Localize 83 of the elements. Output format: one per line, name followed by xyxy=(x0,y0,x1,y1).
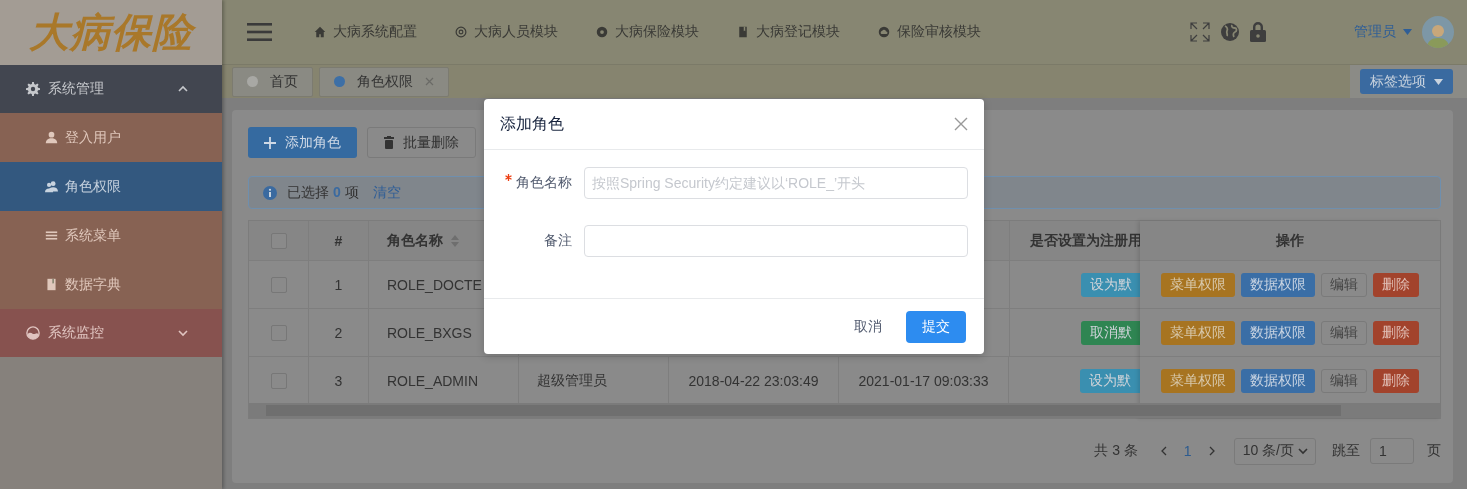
edit-button[interactable]: 编辑 xyxy=(1321,272,1367,297)
column-header: 角色名称 xyxy=(387,231,443,250)
chevron-down-icon xyxy=(178,328,188,338)
sidebar-item[interactable]: 登入用户 xyxy=(0,113,222,162)
gauge-icon xyxy=(26,326,40,340)
tab-options-button[interactable]: 标签选项 xyxy=(1360,69,1453,94)
nav-item[interactable]: 大病系统配置 xyxy=(314,23,417,41)
plus-icon xyxy=(264,136,276,149)
caret-down-icon xyxy=(1434,78,1443,85)
column-header: # xyxy=(309,221,369,260)
unset-default-button[interactable]: 取消默 xyxy=(1081,320,1140,345)
gear-icon xyxy=(26,82,40,96)
input-field[interactable] xyxy=(584,225,968,257)
page-number[interactable]: 1 xyxy=(1183,443,1192,459)
avatar[interactable] xyxy=(1422,16,1454,48)
status-dot xyxy=(247,76,258,87)
home-icon xyxy=(314,26,326,38)
info-icon xyxy=(263,185,277,200)
nav-item[interactable]: 大病人员模块 xyxy=(455,23,558,41)
book-icon xyxy=(737,26,749,38)
close-icon[interactable] xyxy=(954,117,968,131)
cloud-icon xyxy=(878,26,890,38)
menu-permission-button[interactable]: 菜单权限 xyxy=(1161,272,1235,297)
add-button[interactable]: 添加角色 xyxy=(248,127,357,158)
logo: 大病保险 xyxy=(0,0,222,65)
page-input[interactable]: 1 xyxy=(1370,438,1414,464)
field-label: 角色名称 xyxy=(516,174,572,192)
delete-button[interactable]: 删除 xyxy=(1373,320,1419,345)
trash-icon xyxy=(384,136,394,149)
user-icon xyxy=(1427,22,1449,48)
globe-icon xyxy=(1220,22,1240,42)
user-icon xyxy=(45,131,58,144)
data-permission-button[interactable]: 数据权限 xyxy=(1241,368,1315,393)
field-label: 备注 xyxy=(544,232,572,250)
caret-down-icon xyxy=(1403,29,1412,35)
sidebar-group[interactable]: 系统监控 xyxy=(0,309,222,357)
clear-link[interactable]: 清空 xyxy=(372,183,401,202)
tab[interactable]: 首页 xyxy=(232,66,313,97)
chevron-left-icon xyxy=(1159,446,1168,456)
close-icon[interactable] xyxy=(425,77,434,86)
jump-label: 跳至 xyxy=(1332,442,1360,460)
lock-icon xyxy=(1250,22,1266,42)
sidebar-item[interactable]: 数据字典 xyxy=(0,260,222,309)
sidebar-item[interactable]: 系统菜单 xyxy=(0,211,222,260)
dialog-title: 添加角色 xyxy=(500,113,564,134)
delete-button[interactable]: 删除 xyxy=(1373,272,1419,297)
chevron-right-icon xyxy=(1207,446,1216,456)
nav-item[interactable]: 保险审核模块 xyxy=(878,23,981,41)
selection-summary: 已选择 0 项 xyxy=(287,183,359,202)
delete-button[interactable]: 批量删除 xyxy=(367,127,476,158)
menu-permission-button[interactable]: 菜单权限 xyxy=(1161,368,1235,393)
column-header: 操作 xyxy=(1276,231,1304,250)
table-cell: 2 xyxy=(309,309,369,356)
edit-button[interactable]: 编辑 xyxy=(1321,368,1367,393)
page-size-select[interactable]: 10 条/页 xyxy=(1233,437,1316,465)
menu-icon xyxy=(247,22,272,42)
chevron-up-icon xyxy=(178,84,188,94)
data-permission-button[interactable]: 数据权限 xyxy=(1241,320,1315,345)
delete-button[interactable]: 删除 xyxy=(1373,368,1419,393)
total-count: 共 3 条 xyxy=(1094,442,1138,460)
status-dot xyxy=(334,76,345,87)
bars-icon xyxy=(45,229,58,242)
book-icon xyxy=(45,278,58,291)
sidebar-item[interactable]: 角色权限 xyxy=(0,162,222,211)
chevron-down-icon xyxy=(1298,446,1308,456)
sort-icon[interactable] xyxy=(451,234,459,247)
users-icon xyxy=(45,180,58,193)
menu-permission-button[interactable]: 菜单权限 xyxy=(1161,320,1235,345)
fullscreen-icon xyxy=(1190,22,1210,42)
scrollbar[interactable] xyxy=(249,403,1440,418)
data-permission-button[interactable]: 数据权限 xyxy=(1241,272,1315,297)
edit-button[interactable]: 编辑 xyxy=(1321,320,1367,345)
user-menu[interactable]: 管理员 xyxy=(1354,23,1412,41)
tab[interactable]: 角色权限 xyxy=(319,66,449,97)
table-cell: 1 xyxy=(309,261,369,308)
set-default-button[interactable]: 设为默 xyxy=(1081,272,1140,297)
sidebar-group[interactable]: 系统管理 xyxy=(0,65,222,113)
submit-button[interactable]: 提交 xyxy=(906,310,966,343)
nav-item[interactable]: 大病登记模块 xyxy=(737,23,840,41)
nav-item[interactable]: 大病保险模块 xyxy=(596,23,699,41)
page-label: 页 xyxy=(1427,442,1441,460)
column-header: 是否设置为注册用 xyxy=(1030,231,1140,250)
set-default-button[interactable]: 设为默 xyxy=(1080,368,1140,393)
